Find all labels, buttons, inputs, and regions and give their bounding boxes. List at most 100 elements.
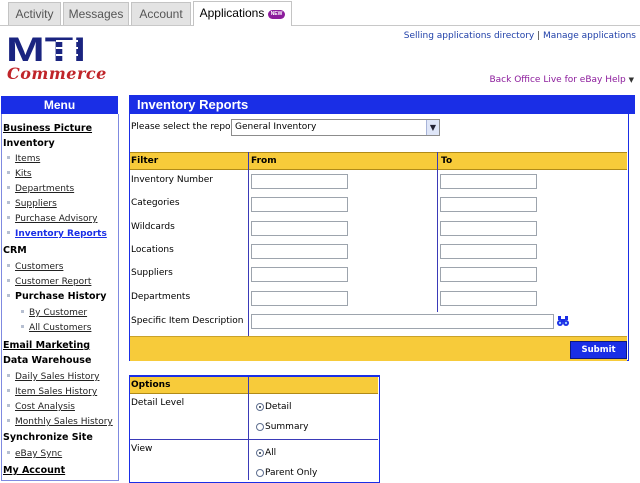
menu-item-daily-sales-history[interactable]: Daily Sales History [15, 372, 99, 382]
specific-item-input[interactable] [251, 314, 554, 329]
report-select[interactable]: General Inventory ▼ [231, 119, 440, 136]
chevron-down-icon: ▼ [628, 76, 634, 84]
help-link-label: Back Office Live for eBay Help [489, 75, 626, 85]
manage-applications-link[interactable]: Manage applications [543, 31, 636, 41]
menu-item-monthly-sales-history[interactable]: Monthly Sales History [15, 417, 113, 427]
bullet-icon [7, 404, 10, 407]
menu-business-picture[interactable]: Business Picture [3, 123, 92, 134]
bullet-icon [7, 294, 10, 297]
parent-only-radio-label: Parent Only [265, 468, 318, 478]
tab-activity[interactable]: Activity [8, 2, 61, 25]
submit-bar [130, 336, 627, 361]
menu-section-inventory: Inventory [3, 138, 55, 149]
wildcards-to-input[interactable] [440, 221, 537, 236]
bullet-icon [7, 389, 10, 392]
menu-item-customer-report[interactable]: Customer Report [15, 277, 91, 287]
summary-radio[interactable] [256, 423, 264, 431]
summary-radio-label: Summary [265, 422, 309, 432]
menu-item-inventory-reports[interactable]: Inventory Reports [15, 229, 107, 239]
suppliers-from-input[interactable] [251, 267, 348, 282]
column-divider [437, 152, 438, 312]
filter-label: Inventory Number [131, 175, 214, 185]
detail-radio-label: Detail [265, 402, 292, 412]
submit-button[interactable]: Submit [570, 341, 627, 359]
view-all-radio[interactable] [256, 449, 264, 457]
tab-messages[interactable]: Messages [63, 2, 129, 25]
menu-item-ebay-sync[interactable]: eBay Sync [15, 449, 62, 459]
specific-item-label: Specific Item Description [131, 316, 244, 326]
filter-label: Wildcards [131, 222, 175, 232]
row-divider [130, 439, 378, 440]
filter-label: Categories [131, 198, 180, 208]
wildcards-from-input[interactable] [251, 221, 348, 236]
menu-item-all-customers[interactable]: All Customers [29, 323, 91, 333]
view-all-radio-label: All [265, 448, 277, 458]
bullet-icon [7, 374, 10, 377]
col-to: To [441, 156, 453, 166]
tab-applications[interactable]: Applications NEW [193, 1, 292, 26]
view-label: View [131, 444, 153, 454]
selling-directory-link[interactable]: Selling applications directory [404, 31, 535, 41]
report-select-value: General Inventory [235, 122, 317, 132]
menu-section-synchronize-site: Synchronize Site [3, 432, 93, 443]
menu-section-crm: CRM [3, 245, 27, 256]
departments-to-input[interactable] [440, 291, 537, 306]
menu-item-purchase-history: Purchase History [15, 291, 107, 302]
menu-item-purchase-advisory[interactable]: Purchase Advisory [15, 214, 98, 224]
filter-label: Locations [131, 245, 174, 255]
tab-bar: Activity Messages Account Applications N… [0, 0, 640, 26]
report-select-label: Please select the report: [131, 122, 241, 132]
bullet-icon [7, 279, 10, 282]
binoculars-search-icon[interactable] [557, 316, 569, 330]
link-separator: | [537, 31, 541, 41]
detail-level-label: Detail Level [131, 398, 185, 408]
column-divider [248, 152, 249, 312]
departments-from-input[interactable] [251, 291, 348, 306]
bullet-icon [7, 156, 10, 159]
menu-item-items[interactable]: Items [15, 154, 40, 164]
parent-only-radio[interactable] [256, 469, 264, 477]
menu-section-data-warehouse: Data Warehouse [3, 355, 92, 366]
help-link[interactable]: Back Office Live for eBay Help ▼ [489, 75, 634, 85]
menu-item-departments[interactable]: Departments [15, 184, 74, 194]
menu-email-marketing[interactable]: Email Marketing [3, 340, 90, 351]
mti-logo: MTI [6, 34, 86, 64]
bullet-icon [7, 419, 10, 422]
bullet-icon [7, 171, 10, 174]
col-filter: Filter [131, 156, 159, 166]
inventory-number-from-input[interactable] [251, 174, 348, 189]
bullet-icon [7, 216, 10, 219]
column-divider [248, 312, 249, 336]
locations-from-input[interactable] [251, 244, 348, 259]
page-title: Inventory Reports [129, 95, 635, 114]
menu-item-suppliers[interactable]: Suppliers [15, 199, 57, 209]
commerce-logo: Commerce [7, 64, 107, 83]
filter-label: Suppliers [131, 268, 173, 278]
menu-item-by-customer[interactable]: By Customer [29, 308, 87, 318]
menu-title: Menu [1, 96, 118, 114]
bullet-icon [7, 451, 10, 454]
bullet-icon [7, 264, 10, 267]
tab-applications-label: Applications [199, 6, 265, 20]
options-header: Options [131, 380, 171, 390]
filter-header-row [130, 152, 627, 170]
menu-item-item-sales-history[interactable]: Item Sales History [15, 387, 97, 397]
locations-to-input[interactable] [440, 244, 537, 259]
new-badge: NEW [267, 10, 286, 19]
menu-item-kits[interactable]: Kits [15, 169, 32, 179]
menu-item-cost-analysis[interactable]: Cost Analysis [15, 402, 75, 412]
inventory-number-to-input[interactable] [440, 174, 537, 189]
column-divider [248, 377, 249, 480]
bullet-icon [21, 325, 24, 328]
bullet-icon [7, 231, 10, 234]
menu-item-customers[interactable]: Customers [15, 262, 63, 272]
categories-to-input[interactable] [440, 197, 537, 212]
col-from: From [251, 156, 277, 166]
tab-account[interactable]: Account [131, 2, 191, 25]
detail-radio[interactable] [256, 403, 264, 411]
categories-from-input[interactable] [251, 197, 348, 212]
suppliers-to-input[interactable] [440, 267, 537, 282]
chevron-down-icon: ▼ [426, 120, 439, 135]
bullet-icon [21, 310, 24, 313]
menu-my-account[interactable]: My Account [3, 465, 65, 476]
